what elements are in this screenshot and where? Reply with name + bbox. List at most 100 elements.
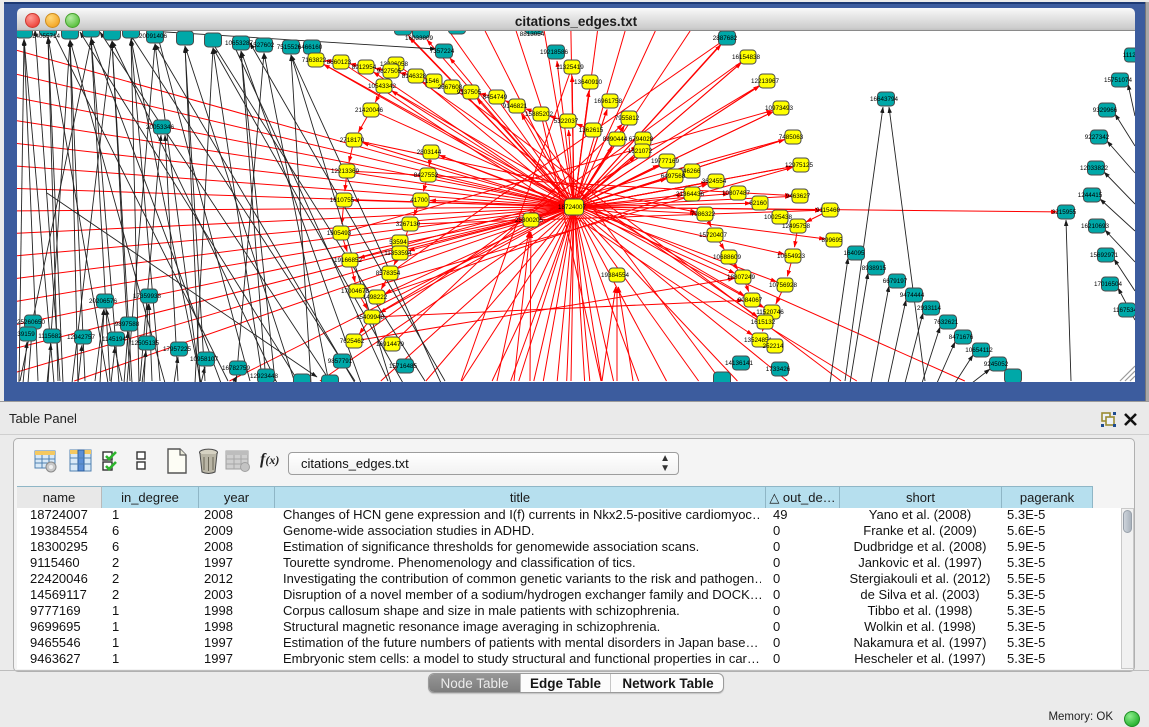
svg-text:15885202: 15885202	[525, 111, 554, 118]
svg-text:41700: 41700	[410, 197, 428, 204]
svg-text:15409948: 15409948	[356, 314, 385, 321]
svg-text:10654923: 10654923	[777, 253, 806, 260]
svg-text:3624554: 3624554	[702, 178, 727, 185]
svg-text:252214: 252214	[762, 343, 784, 350]
svg-text:8660123: 8660123	[327, 59, 352, 66]
svg-text:9146821: 9146821	[503, 103, 528, 110]
svg-text:12213967: 12213967	[751, 78, 780, 85]
svg-text:7163822: 7163822	[302, 57, 327, 64]
svg-text:21364436: 21364436	[676, 191, 705, 198]
svg-text:13640910: 13640910	[574, 79, 603, 86]
svg-text:9463627: 9463627	[786, 193, 811, 200]
svg-text:9827505: 9827505	[377, 68, 402, 75]
svg-text:1362615: 1362615	[579, 127, 604, 134]
svg-text:8471676: 8471676	[949, 334, 974, 341]
svg-text:20206576: 20206576	[89, 298, 118, 305]
svg-text:2887682: 2887682	[713, 35, 738, 42]
svg-text:17957225: 17957225	[163, 346, 192, 353]
svg-text:16643794: 16643794	[870, 96, 899, 103]
svg-text:25300205: 25300205	[515, 217, 544, 224]
svg-text:2718170: 2718170	[340, 137, 365, 144]
svg-text:8427552: 8427552	[414, 172, 439, 179]
svg-text:18807249: 18807249	[727, 274, 756, 281]
svg-text:12942757: 12942757	[67, 334, 96, 341]
svg-text:9115460: 9115460	[816, 207, 841, 214]
svg-text:17359938: 17359938	[133, 293, 162, 300]
svg-text:164095: 164095	[843, 250, 865, 257]
svg-text:1244415: 1244415	[1078, 192, 1103, 199]
svg-text:16914479: 16914479	[376, 341, 405, 348]
svg-text:7986322: 7986322	[691, 211, 716, 218]
svg-text:10958107: 10958107	[190, 356, 219, 363]
svg-text:7632621: 7632621	[934, 319, 959, 326]
svg-text:20091406: 20091406	[139, 33, 168, 40]
svg-text:8990444: 8990444	[603, 136, 628, 143]
svg-text:12495758: 12495758	[782, 223, 811, 230]
svg-text:17016504: 17016504	[1094, 281, 1123, 288]
svg-text:12505135: 12505135	[131, 340, 160, 347]
svg-text:1498222: 1498222	[363, 294, 388, 301]
svg-text:19166852: 19166852	[334, 257, 363, 264]
svg-text:12923448: 12923448	[250, 373, 279, 380]
svg-text:7955812: 7955812	[615, 115, 640, 122]
svg-text:3215955: 3215955	[1052, 209, 1077, 216]
svg-text:16961758: 16961758	[594, 98, 623, 105]
svg-text:19384554: 19384554	[601, 272, 630, 279]
svg-text:1905493: 1905493	[327, 230, 352, 237]
svg-text:10543342: 10543342	[368, 83, 397, 90]
svg-text:15720407: 15720407	[699, 232, 728, 239]
svg-text:6794028: 6794028	[629, 136, 654, 143]
svg-text:9474444: 9474444	[900, 292, 925, 299]
svg-text:10973493: 10973493	[765, 105, 794, 112]
svg-text:5322037: 5322037	[554, 118, 579, 125]
svg-text:10688609: 10688609	[713, 254, 742, 261]
svg-text:9227342: 9227342	[1085, 134, 1110, 141]
svg-text:15716485: 15716485	[389, 363, 418, 370]
svg-text:11123: 11123	[1123, 52, 1135, 59]
svg-text:1115682: 1115682	[38, 333, 62, 340]
svg-text:1145194: 1145194	[102, 336, 127, 343]
svg-text:1615132: 1615132	[751, 319, 776, 326]
svg-text:11325419: 11325419	[556, 64, 584, 71]
svg-text:15751074: 15751074	[1104, 77, 1133, 84]
svg-text:10756928: 10756928	[769, 282, 798, 289]
svg-text:8454749: 8454749	[483, 94, 508, 101]
svg-text:19218586: 19218586	[540, 49, 569, 56]
svg-text:10654112: 10654112	[965, 347, 993, 354]
svg-text:21420046: 21420046	[355, 107, 384, 114]
svg-text:1621072: 1621072	[628, 148, 653, 155]
svg-text:2933114: 2933114	[917, 305, 942, 312]
svg-text:14055714: 14055714	[32, 33, 61, 40]
svg-text:1167534: 1167534	[1113, 307, 1135, 314]
svg-text:9084067: 9084067	[738, 297, 763, 304]
svg-text:1610755: 1610755	[330, 197, 355, 204]
svg-text:19777169: 19777169	[651, 158, 680, 165]
svg-text:3267130: 3267130	[396, 221, 421, 228]
svg-text:9137505: 9137505	[457, 89, 482, 96]
svg-text:8146328: 8146328	[402, 73, 427, 80]
svg-text:9245052: 9245052	[984, 361, 1009, 368]
svg-text:25260650: 25260650	[17, 319, 45, 326]
svg-text:8912954: 8912954	[352, 64, 377, 71]
svg-text:8813054: 8813054	[520, 31, 545, 38]
svg-text:15692971: 15692971	[1090, 252, 1119, 259]
svg-text:9897588: 9897588	[115, 321, 140, 328]
svg-text:62160: 62160	[749, 200, 767, 207]
svg-text:16782759: 16782759	[222, 365, 251, 372]
svg-text:16154838: 16154838	[732, 54, 761, 61]
svg-text:7625462: 7625462	[340, 338, 365, 345]
svg-text:18724007: 18724007	[558, 204, 587, 211]
svg-text:12033822: 12033822	[1080, 165, 1109, 172]
svg-text:10025438: 10025438	[764, 214, 793, 221]
svg-text:899695: 899695	[821, 237, 843, 244]
svg-text:14136141: 14136141	[725, 360, 754, 367]
svg-text:6497568: 6497568	[661, 173, 686, 180]
svg-text:9857791: 9857791	[328, 358, 353, 365]
svg-text:20053346: 20053346	[146, 124, 175, 131]
svg-text:2803144: 2803144	[417, 149, 442, 156]
svg-text:12975125: 12975125	[785, 162, 814, 169]
svg-text:6679197: 6679197	[883, 278, 908, 285]
svg-text:1733426: 1733426	[766, 366, 791, 373]
svg-text:16033809: 16033809	[405, 35, 434, 42]
svg-text:1527602: 1527602	[250, 42, 275, 49]
